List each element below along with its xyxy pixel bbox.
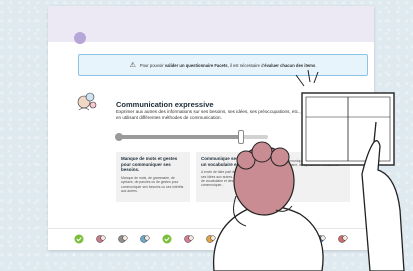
illustration-icon[interactable]: [316, 234, 326, 244]
bottom-navigation: [48, 228, 374, 250]
slider-start-marker: [115, 133, 123, 141]
illustration-icon[interactable]: [250, 234, 260, 244]
illustration-icon[interactable]: [206, 234, 216, 244]
header-strip: [48, 6, 374, 44]
info-alert: ⚠ Pour pouvoir valider un questionnaire …: [78, 54, 368, 76]
check-circle-icon[interactable]: [228, 234, 238, 244]
avatar: [74, 32, 86, 44]
level-card-title: Communique ses idées avec un vocabulaire…: [201, 156, 263, 167]
slider-thumb[interactable]: [238, 130, 244, 144]
level-card-text: ...communiquer, identifier, à de grammai…: [281, 159, 339, 172]
skill-title: Communication expressive: [116, 100, 214, 109]
illustration-icon[interactable]: [96, 234, 106, 244]
warning-icon: ⚠: [129, 62, 136, 69]
illustration-icon[interactable]: [272, 234, 282, 244]
skill-illustration-icon: [77, 92, 97, 111]
level-card-text: A envie de faire part de ses idées et de…: [201, 170, 264, 188]
illustration-icon[interactable]: [184, 234, 194, 244]
illustration-icon[interactable]: [294, 234, 304, 244]
illustration-icon[interactable]: [118, 234, 128, 244]
skill-description: Exprimer aux autres des informations sur…: [116, 109, 301, 121]
alert-text: Pour pouvoir valider un questionnaire Fa…: [139, 62, 317, 68]
level-card-text: Manque de mots, de grammaire, de syntaxe…: [121, 175, 184, 193]
app-window: ⚠ Pour pouvoir valider un questionnaire …: [48, 6, 374, 250]
illustration-icon[interactable]: [338, 234, 348, 244]
level-card-3[interactable]: ...communiquer, identifier, à de grammai…: [276, 152, 350, 202]
level-card-title: Manque de mots et gestes pour communique…: [121, 156, 178, 173]
rating-slider[interactable]: [115, 130, 268, 144]
check-circle-icon[interactable]: [162, 234, 172, 244]
level-card-2[interactable]: Communique ses idées avec un vocabulaire…: [196, 152, 270, 202]
illustration-icon[interactable]: [140, 234, 150, 244]
level-card-1[interactable]: Manque de mots et gestes pour communique…: [116, 152, 190, 202]
slider-fill: [118, 135, 241, 139]
check-circle-icon[interactable]: [74, 234, 84, 244]
